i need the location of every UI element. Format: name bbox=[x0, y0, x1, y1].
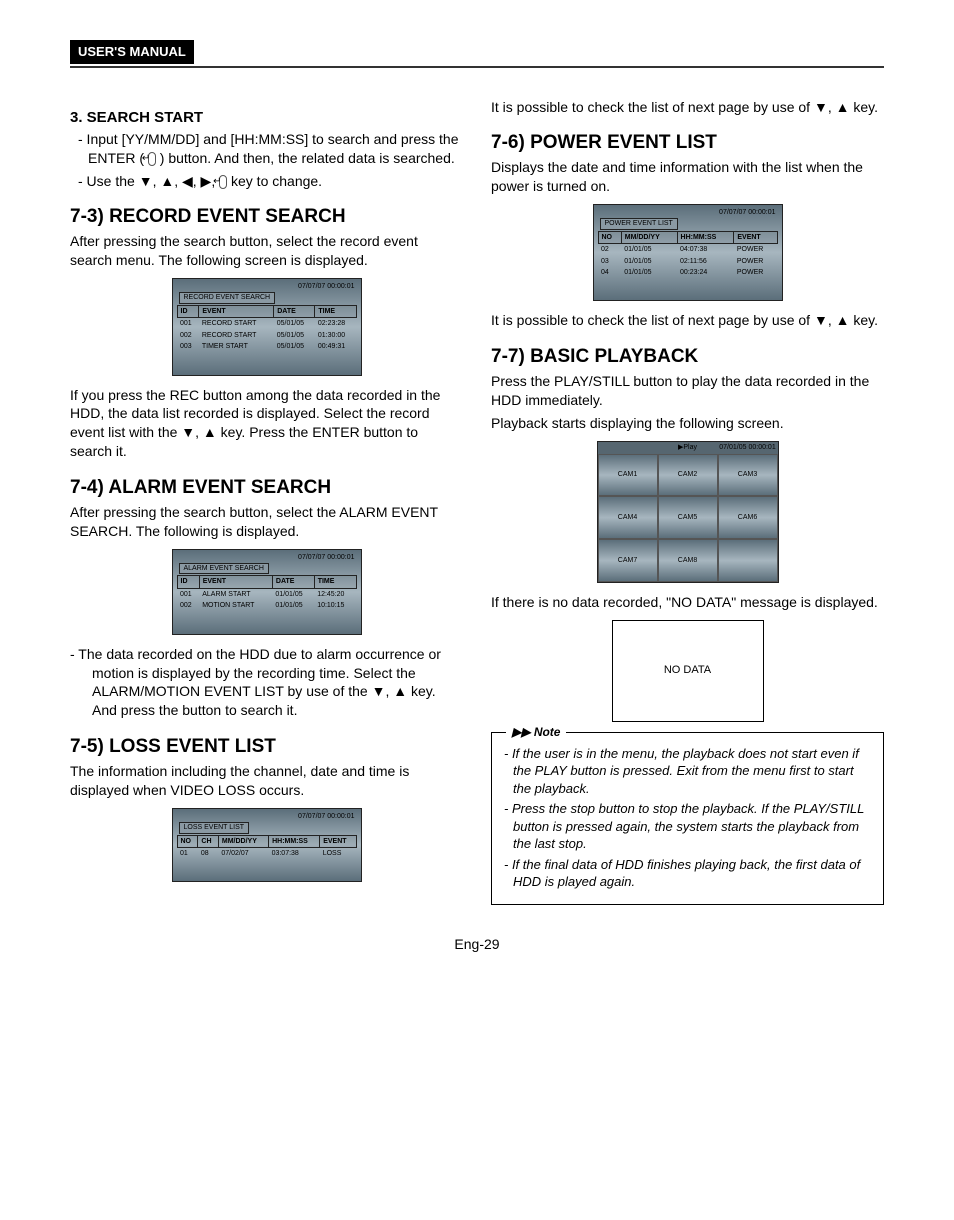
note-list: - If the user is in the menu, the playba… bbox=[504, 745, 871, 891]
up-icon: ▲ bbox=[160, 173, 174, 189]
up-icon: ▲ bbox=[203, 424, 217, 440]
cam-cell: CAM6 bbox=[718, 496, 778, 539]
section-7-3-p2: If you press the REC button among the da… bbox=[70, 386, 463, 462]
section-7-7-title: 7-7) BASIC PLAYBACK bbox=[491, 344, 884, 370]
alarm-event-table: ID EVENT DATE TIME 001ALARM START01/01/0… bbox=[177, 575, 357, 611]
cam-cell: CAM8 bbox=[658, 539, 718, 582]
section-7-7-p3: If there is no data recorded, "NO DATA" … bbox=[491, 593, 884, 612]
cam-cell: CAM2 bbox=[658, 454, 718, 497]
left-column: 3. SEARCH START - Input [YY/MM/DD] and [… bbox=[70, 98, 463, 905]
manual-header: USER'S MANUAL bbox=[70, 40, 884, 64]
down-icon: ▼ bbox=[814, 312, 828, 328]
header-rule bbox=[70, 66, 884, 68]
no-data-label: NO DATA bbox=[664, 663, 711, 678]
left-icon: ◀ bbox=[182, 173, 193, 189]
section-3-line2: - Use the ▼, ▲, ◀, ▶, ↵ key to change. bbox=[70, 172, 463, 191]
section-7-6-p1: Displays the date and time information w… bbox=[491, 158, 884, 196]
up-icon: ▲ bbox=[836, 99, 850, 115]
loss-event-list-screen: 07/07/07 00:00:01 LOSS EVENT LIST NO CH … bbox=[172, 808, 362, 883]
loss-event-table: NO CH MM/DD/YY HH:MM:SS EVENT 010807/02/… bbox=[177, 835, 357, 860]
note-item: - If the user is in the menu, the playba… bbox=[504, 745, 871, 798]
section-7-7-p1: Press the PLAY/STILL button to play the … bbox=[491, 372, 884, 410]
section-7-3-title: 7-3) RECORD EVENT SEARCH bbox=[70, 204, 463, 230]
section-3-title: 3. SEARCH START bbox=[70, 108, 463, 128]
section-3-line1: - Input [YY/MM/DD] and [HH:MM:SS] to sea… bbox=[70, 130, 463, 168]
cam-cell: CAM1 bbox=[598, 454, 658, 497]
cam-cell bbox=[718, 539, 778, 582]
cam-cell: CAM3 bbox=[718, 454, 778, 497]
down-icon: ▼ bbox=[139, 173, 153, 189]
content-columns: 3. SEARCH START - Input [YY/MM/DD] and [… bbox=[70, 98, 884, 905]
up-icon: ▲ bbox=[393, 683, 407, 699]
forward-icon: ▶▶ bbox=[512, 725, 530, 739]
section-7-6-title: 7-6) POWER EVENT LIST bbox=[491, 130, 884, 156]
playback-grid-top: ▶Play 07/01/05 00:00:01 bbox=[598, 442, 778, 454]
cam-cell: CAM7 bbox=[598, 539, 658, 582]
no-data-screen: NO DATA bbox=[612, 620, 764, 722]
section-7-5-p1: The information including the channel, d… bbox=[70, 762, 463, 800]
enter-icon: ↵ bbox=[219, 175, 227, 189]
right-column: It is possible to check the list of next… bbox=[491, 98, 884, 905]
note-label: ▶▶ Note bbox=[506, 724, 566, 740]
page-number: Eng-29 bbox=[70, 935, 884, 954]
note-item: - Press the stop button to stop the play… bbox=[504, 800, 871, 853]
cam-cell: CAM5 bbox=[658, 496, 718, 539]
record-event-table: ID EVENT DATE TIME 001RECORD START05/01/… bbox=[177, 305, 357, 353]
up-icon: ▲ bbox=[836, 312, 850, 328]
enter-icon: ↵ bbox=[148, 152, 156, 166]
section-7-7-p2: Playback starts displaying the following… bbox=[491, 414, 884, 433]
section-7-3-p1: After pressing the search button, select… bbox=[70, 232, 463, 270]
section-7-5-title: 7-5) LOSS EVENT LIST bbox=[70, 734, 463, 760]
playback-grid-screen: ▶Play 07/01/05 00:00:01 CAM1 CAM2 CAM3 C… bbox=[597, 441, 779, 583]
section-7-4-p2: - The data recorded on the HDD due to al… bbox=[70, 645, 463, 721]
down-icon: ▼ bbox=[814, 99, 828, 115]
down-icon: ▼ bbox=[181, 424, 195, 440]
alarm-event-search-screen: 07/07/07 00:00:01 ALARM EVENT SEARCH ID … bbox=[172, 549, 362, 635]
power-event-table: NO MM/DD/YY HH:MM:SS EVENT 0201/01/0504:… bbox=[598, 231, 778, 279]
note-item: - If the final data of HDD finishes play… bbox=[504, 856, 871, 891]
down-icon: ▼ bbox=[372, 683, 386, 699]
section-7-4-p1: After pressing the search button, select… bbox=[70, 503, 463, 541]
record-event-search-screen: 07/07/07 00:00:01 RECORD EVENT SEARCH ID… bbox=[172, 278, 362, 376]
power-event-list-screen: 07/07/07 00:00:01 POWER EVENT LIST NO MM… bbox=[593, 204, 783, 302]
note-box: ▶▶ Note - If the user is in the menu, th… bbox=[491, 732, 884, 905]
right-icon: ▶ bbox=[201, 173, 212, 189]
right-top-p1: It is possible to check the list of next… bbox=[491, 98, 884, 117]
section-7-4-title: 7-4) ALARM EVENT SEARCH bbox=[70, 475, 463, 501]
section-7-6-p2: It is possible to check the list of next… bbox=[491, 311, 884, 330]
cam-cell: CAM4 bbox=[598, 496, 658, 539]
manual-header-label: USER'S MANUAL bbox=[70, 40, 194, 64]
